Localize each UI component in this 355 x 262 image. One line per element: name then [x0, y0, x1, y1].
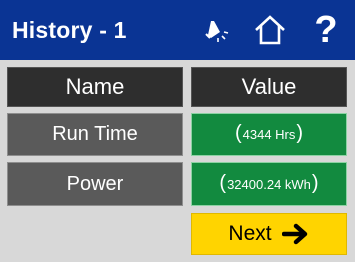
- next-button[interactable]: Next: [191, 213, 347, 255]
- header-bar: History - 1 ?: [0, 0, 355, 60]
- column-header-name-label: Name: [65, 74, 125, 99]
- help-icon-glyph: ?: [314, 9, 338, 51]
- run-time-value: 4344 Hrs: [242, 127, 296, 142]
- power-value-field: (32400.24 kWh): [191, 162, 347, 206]
- history-screen: History - 1 ? Name Value Run Time (4344…: [0, 0, 355, 262]
- help-icon[interactable]: ?: [308, 10, 344, 50]
- column-header-value-label: Value: [241, 74, 297, 99]
- next-button-label: Next: [228, 222, 272, 245]
- power-label: Power: [66, 172, 124, 195]
- arrow-right-icon: [281, 223, 307, 245]
- home-icon[interactable]: [250, 10, 290, 50]
- column-header-name: Name: [7, 67, 183, 107]
- alarm-bell-icon[interactable]: [200, 10, 234, 50]
- column-header-value: Value: [191, 67, 347, 107]
- run-time-label: Run Time: [52, 123, 138, 145]
- page-title: History - 1: [12, 17, 127, 43]
- power-value: 32400.24 kWh: [227, 176, 311, 192]
- row-name-run-time: Run Time: [7, 113, 183, 156]
- row-name-power: Power: [7, 162, 183, 206]
- run-time-value-field: (4344 Hrs): [191, 113, 347, 156]
